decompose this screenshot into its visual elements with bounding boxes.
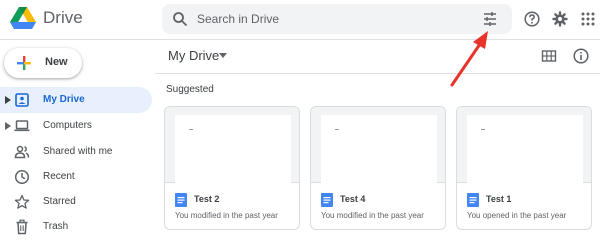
sidebar-item-computers[interactable]: Computers [0, 113, 152, 139]
recent-icon [14, 169, 30, 185]
file-name: Test 4 [340, 194, 366, 204]
thumbnail-page [321, 115, 437, 183]
file-thumbnail [457, 107, 591, 183]
sidebar-item-recent[interactable]: Recent [0, 164, 152, 190]
thumbnail-page [175, 115, 291, 183]
trash-icon [16, 219, 28, 235]
expand-arrow-icon[interactable] [5, 96, 11, 104]
file-activity: You opened in the past year [467, 211, 567, 220]
doc-icon [467, 193, 479, 207]
file-thumbnail [165, 107, 299, 183]
tune-icon[interactable] [482, 11, 498, 27]
thumbnail-text-mark [189, 129, 193, 130]
thumbnail-page [467, 115, 583, 183]
file-thumbnail [311, 107, 445, 183]
shared-icon [14, 145, 30, 159]
drive-logo[interactable] [10, 7, 36, 29]
new-button[interactable]: New [4, 48, 82, 78]
expand-arrow-icon[interactable] [5, 122, 11, 130]
star-icon [14, 194, 30, 209]
file-activity: You modified in the past year [321, 211, 424, 220]
search-icon[interactable] [172, 11, 188, 27]
file-activity: You modified in the past year [175, 211, 278, 220]
file-card[interactable]: Test 4 You modified in the past year [310, 106, 446, 230]
file-name: Test 2 [194, 194, 220, 204]
gear-icon[interactable] [552, 11, 568, 27]
search-input[interactable] [197, 4, 447, 34]
file-card[interactable]: Test 1 You opened in the past year [456, 106, 592, 230]
computers-icon [14, 120, 30, 132]
sidebar-item-label: Recent [43, 171, 75, 182]
doc-icon [175, 193, 187, 207]
doc-icon [321, 193, 333, 207]
sidebar-item-shared-with-me[interactable]: Shared with me [0, 139, 152, 165]
chevron-down-icon[interactable] [219, 53, 227, 58]
thumbnail-text-mark [335, 129, 339, 130]
page-title[interactable]: My Drive [168, 48, 219, 63]
sidebar-item-label: Starred [43, 196, 76, 207]
app-title[interactable]: Drive [43, 8, 83, 28]
file-card[interactable]: Test 2 You modified in the past year [164, 106, 300, 230]
grid-view-icon[interactable] [541, 48, 557, 64]
sidebar-item-label: Shared with me [43, 146, 113, 157]
info-icon[interactable] [573, 48, 589, 64]
help-icon[interactable] [524, 11, 540, 27]
my-drive-icon [15, 93, 29, 107]
sidebar-item-trash[interactable]: Trash [0, 214, 152, 240]
divider [155, 73, 600, 74]
new-button-label: New [45, 56, 68, 68]
sidebar-item-my-drive[interactable]: My Drive [0, 87, 152, 113]
sidebar-item-label: Computers [43, 120, 92, 131]
search-bar[interactable] [162, 4, 512, 34]
sidebar-item-label: My Drive [43, 94, 85, 105]
thumbnail-text-mark [481, 129, 485, 130]
file-name: Test 1 [486, 194, 512, 204]
sidebar-item-starred[interactable]: Starred [0, 189, 152, 215]
top-bar: Drive [0, 0, 600, 40]
sidebar-item-label: Trash [43, 221, 69, 232]
apps-grid-icon[interactable] [580, 11, 596, 27]
section-title-suggested: Suggested [166, 84, 214, 95]
plus-icon [17, 56, 31, 70]
